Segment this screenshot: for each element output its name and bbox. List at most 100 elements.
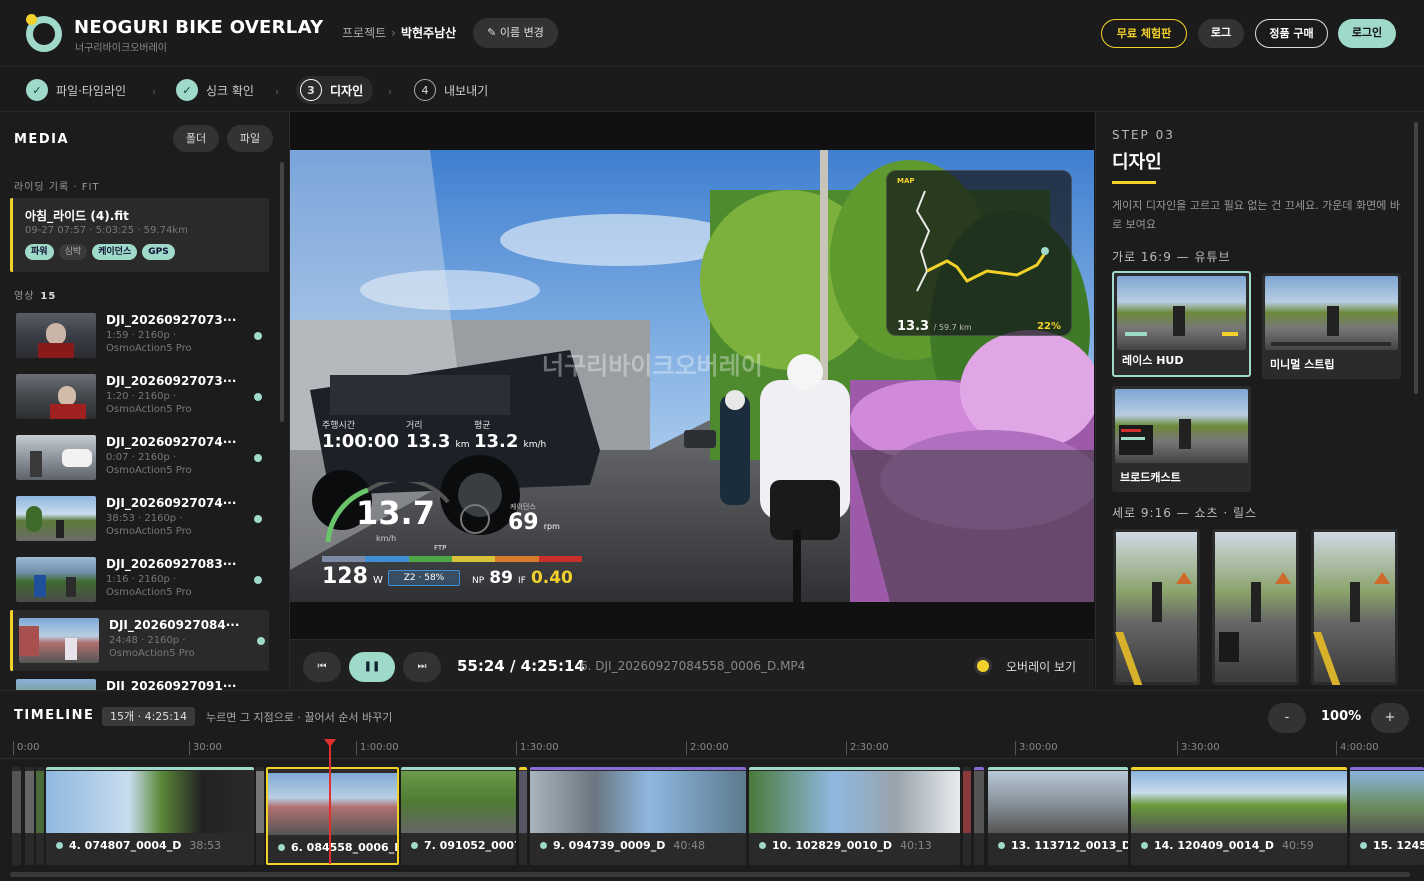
video-section-label: 영상 15 [14,287,56,302]
media-scrollbar[interactable] [280,162,284,422]
clip-duration: 40:48 [673,839,706,852]
video-list: DJI_20260927073··· 1:59 · 2160p · OsmoAc… [10,305,269,690]
breadcrumb-project-label[interactable]: 프로젝트 [342,26,386,40]
video-section-title: 영상 [14,291,35,302]
video-item[interactable]: DJI_20260927073··· 1:20 · 2160p · OsmoAc… [10,366,269,427]
timeline-clip-small[interactable] [519,767,527,865]
ruler-tick: 4:00:00 [1336,741,1379,755]
log-button[interactable]: 로그 [1198,19,1244,48]
video-thumbnail [16,557,96,602]
video-name: DJI_20260927073··· [106,374,237,388]
video-name: DJI_20260927083··· [106,557,237,571]
watermark: 너구리바이크오버레이 [542,352,763,380]
map-percent: 22% [1037,321,1061,332]
file-button[interactable]: 파일 [227,125,273,152]
video-camera: OsmoAction5 Pro [106,526,192,537]
timeline-clip[interactable]: 13. 113712_0013_D [988,767,1128,865]
timeline-clip[interactable]: 9. 094739_0009_D 40:48 [530,767,746,865]
video-name: DJI_20260927091··· [106,679,237,690]
design-scrollbar[interactable] [1414,122,1418,394]
video-frame[interactable]: MAP 13.3 / 59.7 km 22% 너구리바이크오버레이 주행시간 1… [290,150,1094,602]
timeline-clip[interactable]: 7. 091052_0007 [401,767,516,865]
timeline-clip-small[interactable] [12,767,21,865]
current-file-name: 6. DJI_20260927084558_0006_D.MP4 [580,659,806,673]
video-item[interactable]: DJI_20260927073··· 1:59 · 2160p · OsmoAc… [10,305,269,366]
clip-thumbnail [268,773,397,835]
timeline-scrollbar[interactable] [10,872,1410,877]
next-icon[interactable]: ⏭ [403,652,441,682]
overlay-toggle-label[interactable]: 오버레이 보기 [1006,658,1076,675]
timeline-count-badge: 15개 · 4:25:14 [102,707,196,726]
timeline-clip[interactable]: 14. 120409_0014_D 40:59 [1131,767,1347,865]
clip-thumbnail [988,771,1128,833]
chevron-right-icon: › [152,87,156,98]
timeline-clip[interactable]: 10. 102829_0010_D 40:13 [749,767,960,865]
video-item-selected[interactable]: DJI_20260927084··· 24:48 · 2160p · OsmoA… [10,610,269,671]
video-camera: OsmoAction5 Pro [106,343,192,354]
zoom-out-button[interactable]: - [1268,703,1306,733]
folder-button[interactable]: 폴더 [173,125,219,152]
avg-speed-label: 평균 [474,421,491,431]
timeline-clip[interactable]: 4. 074807_0004_D 38:53 [46,767,254,865]
fit-tags: 파워 심박 케이던스 GPS [25,244,175,260]
design-card-broadcast[interactable]: 브로드캐스트 [1112,386,1251,492]
video-item[interactable]: DJI_20260927091··· [10,671,269,690]
timeline-clip-small[interactable] [963,767,971,865]
portrait-design-card[interactable] [1311,529,1398,685]
playback-controls: ⏮ ❚❚ ⏭ 55:24 / 4:25:14 6. DJI_2026092708… [290,639,1094,690]
step-sync-check[interactable]: ✓ 싱크 확인 [176,76,254,104]
buy-button[interactable]: 정품 구매 [1255,19,1328,48]
ruler-tick: 0:00 [13,741,39,755]
design-card-minimal-strip[interactable]: 미니멀 스트립 [1262,273,1401,379]
chevron-right-icon: › [275,87,279,98]
timeline-ruler[interactable]: 0:00 30:00 1:00:00 1:30:00 2:00:00 2:30:… [0,739,1424,759]
previous-icon[interactable]: ⏮ [303,652,341,682]
playhead[interactable] [324,739,336,864]
step-label: 파일·타임라인 [56,83,127,98]
video-meta: 1:16 · 2160p · [106,574,177,585]
step-bar: ✓ 파일·타임라인 › ✓ 싱크 확인 › 3 디자인 › 4 내보내기 [0,68,1424,112]
step-export[interactable]: 4 내보내기 [414,76,488,104]
fit-file-name: 아침_라이드 (4).fit [25,209,129,223]
map-distance-value: 13.3 [897,319,930,334]
step-files-timeline[interactable]: ✓ 파일·타임라인 [26,76,126,104]
timeline-clip-small[interactable] [36,767,44,865]
step-design[interactable]: 3 디자인 [296,76,374,104]
timeline-clip-selected[interactable]: 6. 084558_0006_D [266,767,399,865]
clip-name: 14. 120409_0014_D [1154,839,1274,852]
timeline-clip-small[interactable] [25,767,34,865]
clip-color-bar [401,767,516,770]
power-zone-bar [322,556,582,562]
video-preview-panel: MAP 13.3 / 59.7 km 22% 너구리바이크오버레이 주행시간 1… [290,112,1094,690]
portrait-design-card[interactable] [1212,529,1299,685]
map-distance-total: / 59.7 km [933,323,972,332]
timeline-clip[interactable]: 15. 1245 [1350,767,1424,865]
free-trial-button[interactable]: 무료 체험판 [1101,19,1187,48]
ftp-label: FTP [434,544,447,552]
timeline-clip-small[interactable] [974,767,984,865]
status-dot-icon [254,454,262,462]
video-meta: 38:53 · 2160p · [106,513,183,524]
video-item[interactable]: DJI_20260927083··· 1:16 · 2160p · OsmoAc… [10,549,269,610]
step-number-icon: 4 [414,79,436,101]
portrait-design-card[interactable] [1113,529,1200,685]
video-name: DJI_20260927074··· [106,496,237,510]
tag-gps: GPS [142,244,175,260]
clip-name: 4. 074807_0004_D [69,839,182,852]
pause-button[interactable]: ❚❚ [349,652,395,682]
video-item[interactable]: DJI_20260927074··· 0:07 · 2160p · OsmoAc… [10,427,269,488]
rename-button[interactable]: ✎ 이름 변경 [473,18,558,48]
cadence-value: 69 [508,510,539,535]
breadcrumb-separator: › [391,26,396,40]
clip-color-bar [1350,767,1424,770]
step-label: 싱크 확인 [206,83,254,98]
login-button[interactable]: 로그인 [1338,19,1396,48]
video-thumbnail [16,435,96,480]
fit-file-card[interactable]: 아침_라이드 (4).fit 09-27 07:57 · 5:03:25 · 5… [10,198,269,272]
status-dot-icon [254,576,262,584]
timeline-clip-small[interactable] [256,767,264,865]
zoom-in-button[interactable]: + [1371,703,1409,733]
overlay-toggle[interactable] [977,660,989,672]
video-item[interactable]: DJI_20260927074··· 38:53 · 2160p · OsmoA… [10,488,269,549]
design-card-race-hud[interactable]: 레이스 HUD [1112,271,1251,377]
